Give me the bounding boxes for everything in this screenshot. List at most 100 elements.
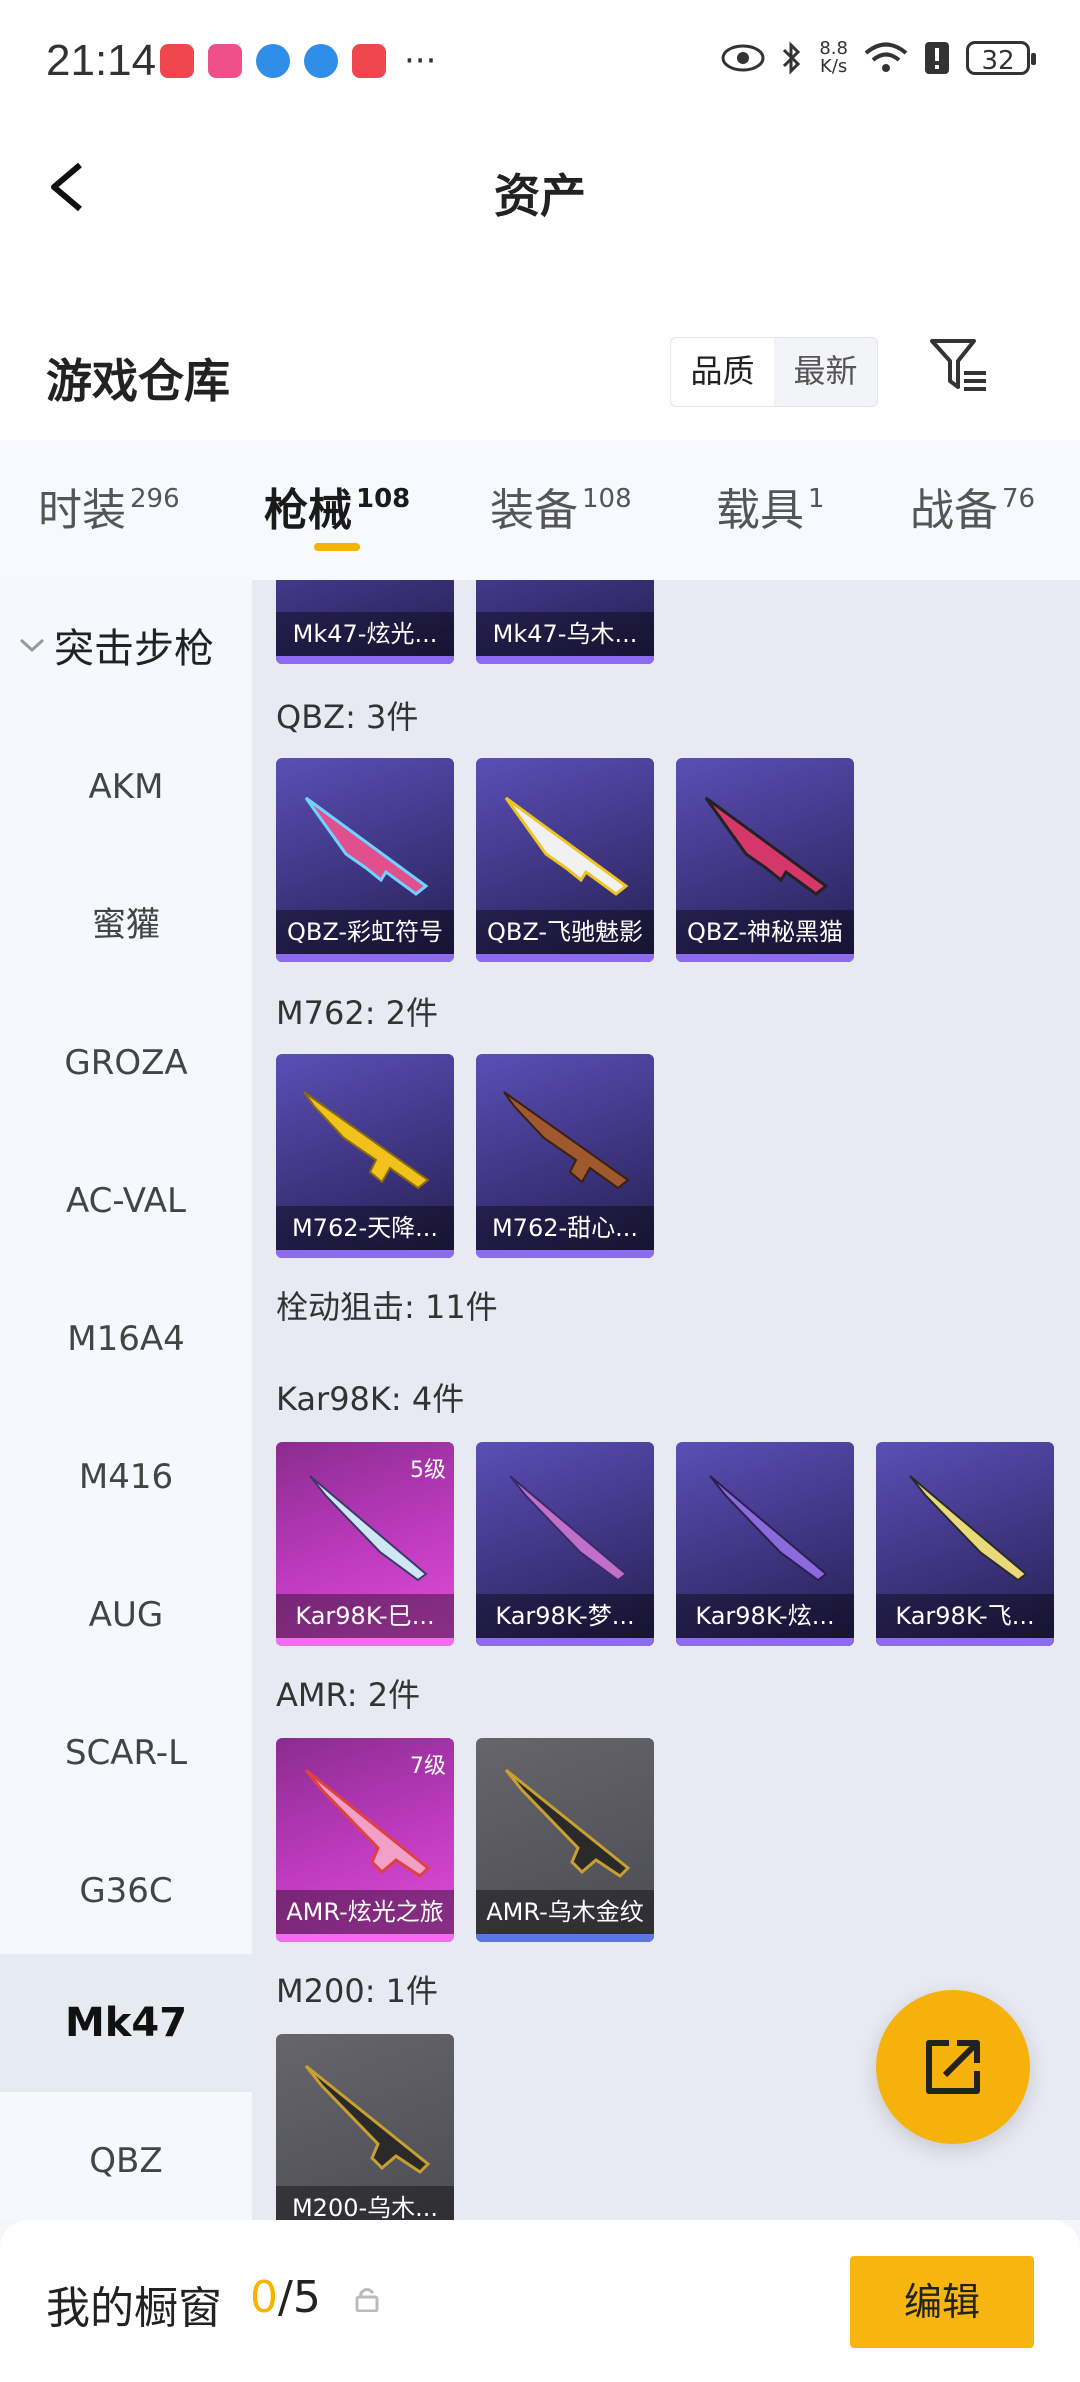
showcase-count: 0/5 [250, 2272, 321, 2323]
sidebar-item-akm[interactable]: AKM [0, 718, 252, 856]
weapon-card[interactable]: Kar98K-梦... [476, 1442, 654, 1646]
tab-vehicles-count: 1 [808, 484, 825, 514]
tab-equipment-label: 装备 [490, 485, 578, 536]
weapon-card-label: Kar98K-炫... [676, 1594, 854, 1638]
sidebar-item-groza[interactable]: GROZA [0, 994, 252, 1132]
sniper-image [304, 2064, 431, 2174]
rifle-image [704, 796, 829, 896]
eye-icon [721, 44, 765, 72]
sidebar-item-scar-l[interactable]: SCAR-L [0, 1684, 252, 1822]
sidebar-group-assault-rifles[interactable]: 突击步枪 [18, 616, 214, 674]
weapon-card-label: QBZ-彩虹符号 [276, 910, 454, 954]
tab-guns[interactable]: 枪械 108 [264, 474, 410, 538]
rarity-bar [276, 954, 454, 962]
sidebar-item-mk47[interactable]: Mk47 [0, 1954, 252, 2092]
tab-vehicles-label: 载具 [716, 485, 804, 536]
weapon-card[interactable]: QBZ-飞驰魅影 [476, 758, 654, 962]
rifle-image [304, 796, 429, 896]
weapon-card[interactable]: 7级 AMR-炫光之旅 [276, 1738, 454, 1942]
tab-gear[interactable]: 战备 76 [910, 474, 1035, 538]
rarity-bar [476, 1934, 654, 1942]
filter-icon[interactable] [928, 335, 990, 397]
group-title-qbz: QBZ: 3件 [276, 698, 419, 736]
group-title-m200: M200: 1件 [276, 1972, 439, 2010]
net-speed-unit: K/s [820, 56, 848, 77]
weapon-card-label: M762-甜心... [476, 1206, 654, 1250]
tab-fashion-label: 时装 [38, 485, 126, 536]
share-icon [926, 2040, 980, 2094]
sidebar-item-m16a4[interactable]: M16A4 [0, 1270, 252, 1408]
sidebar-item-m416[interactable]: M416 [0, 1408, 252, 1546]
sidebar-item-ac-val[interactable]: AC-VAL [0, 1132, 252, 1270]
sidebar-item-aug[interactable]: AUG [0, 1546, 252, 1684]
weapon-card-label: Mk47-炫光... [276, 612, 454, 656]
rarity-bar [276, 656, 454, 664]
rifle-image [504, 796, 629, 896]
shopping-app-icon [160, 44, 194, 78]
tab-vehicles[interactable]: 载具 1 [716, 474, 825, 538]
weapon-card-label: M200-乌木... [276, 2186, 454, 2220]
sort-quality-button[interactable]: 品质 [671, 338, 774, 406]
edit-button[interactable]: 编辑 [850, 2256, 1034, 2348]
rarity-bar [276, 1934, 454, 1942]
more-notifications-icon: ··· [404, 41, 437, 81]
rarity-bar [476, 1638, 654, 1646]
weapon-card-label: Kar98K-飞... [876, 1594, 1054, 1638]
showcase-total: /5 [278, 2272, 321, 2323]
tab-equipment-count: 108 [582, 484, 632, 514]
page-title: 资产 [494, 169, 586, 223]
tab-guns-label: 枪械 [264, 485, 352, 536]
group-title-kar98k: Kar98K: 4件 [276, 1380, 465, 1418]
lock-icon [355, 2288, 379, 2312]
sniper-image [509, 1475, 628, 1582]
share-button[interactable] [876, 1990, 1030, 2144]
sidebar-item-qbz[interactable]: QBZ [0, 2092, 252, 2220]
weapon-card-label: AMR-乌木金纹 [476, 1890, 654, 1934]
weapon-card-label: Mk47-乌木... [476, 612, 654, 656]
weapon-card[interactable]: Kar98K-飞... [876, 1442, 1054, 1646]
status-bar: 21:14 ··· 8.8 K/s 32 [0, 0, 1080, 125]
sniper-image [909, 1475, 1028, 1582]
showcase-label: 我的橱窗 [46, 2283, 222, 2334]
weapon-card[interactable]: Kar98K-炫... [676, 1442, 854, 1646]
weapon-card[interactable]: Mk47-乌木... [476, 580, 654, 664]
warehouse-title: 游戏仓库 [46, 354, 230, 408]
browser-app-icon [256, 44, 290, 78]
rifle-image [303, 1091, 430, 1190]
group-title-m762: M762: 2件 [276, 994, 439, 1032]
sidebar-group-label: 突击步枪 [54, 626, 214, 672]
bilibili-app-icon [208, 44, 242, 78]
rarity-bar [476, 656, 654, 664]
weapon-card-label: QBZ-飞驰魅影 [476, 910, 654, 954]
weapon-card[interactable]: M762-天降... [276, 1054, 454, 1258]
rarity-bar [276, 1638, 454, 1646]
sort-toggle: 品质 最新 [670, 337, 878, 407]
notification-icons: ··· [160, 44, 436, 78]
rarity-bar [476, 1250, 654, 1258]
weapon-card[interactable]: QBZ-神秘黑猫 [676, 758, 854, 962]
weapon-card[interactable]: AMR-乌木金纹 [476, 1738, 654, 1942]
sort-latest-button[interactable]: 最新 [774, 338, 877, 406]
rarity-bar [676, 954, 854, 962]
sniper-image [709, 1475, 828, 1582]
showcase-bar: 我的橱窗 0/5 编辑 [0, 2220, 1080, 2382]
warehouse-header: 游戏仓库 品质 最新 [0, 315, 1080, 440]
alert-icon [925, 42, 949, 74]
weapon-card-label: M762-天降... [276, 1206, 454, 1250]
tab-fashion[interactable]: 时装 296 [38, 474, 180, 538]
rarity-bar [876, 1638, 1054, 1646]
sidebar-item-honey-badger[interactable]: 蜜獾 [0, 856, 252, 994]
sniper-image [304, 1768, 431, 1878]
weapon-card[interactable]: M200-乌木... [276, 2034, 454, 2220]
weapon-card[interactable]: M762-甜心... [476, 1054, 654, 1258]
tab-equipment[interactable]: 装备 108 [490, 474, 632, 538]
sidebar-item-g36c[interactable]: G36C [0, 1822, 252, 1960]
tab-gear-count: 76 [1002, 484, 1036, 514]
tab-gear-label: 战备 [910, 485, 998, 536]
wifi-icon [864, 42, 908, 72]
weapon-card[interactable]: Mk47-炫光... [276, 580, 454, 664]
weapon-card[interactable]: 5级 Kar98K-巳... [276, 1442, 454, 1646]
weapon-card-label: AMR-炫光之旅 [276, 1890, 454, 1934]
bluetooth-icon [783, 41, 801, 75]
weapon-card[interactable]: QBZ-彩虹符号 [276, 758, 454, 962]
